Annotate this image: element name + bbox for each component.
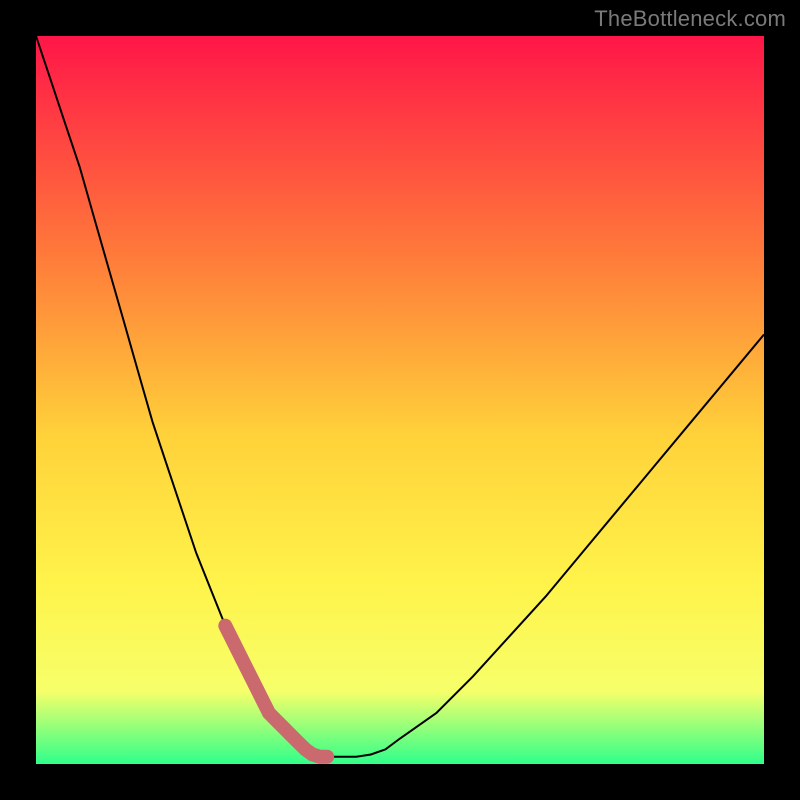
- bottleneck-chart: [0, 0, 800, 800]
- watermark-text: TheBottleneck.com: [594, 6, 786, 32]
- gradient-background: [36, 36, 764, 764]
- frame: TheBottleneck.com: [0, 0, 800, 800]
